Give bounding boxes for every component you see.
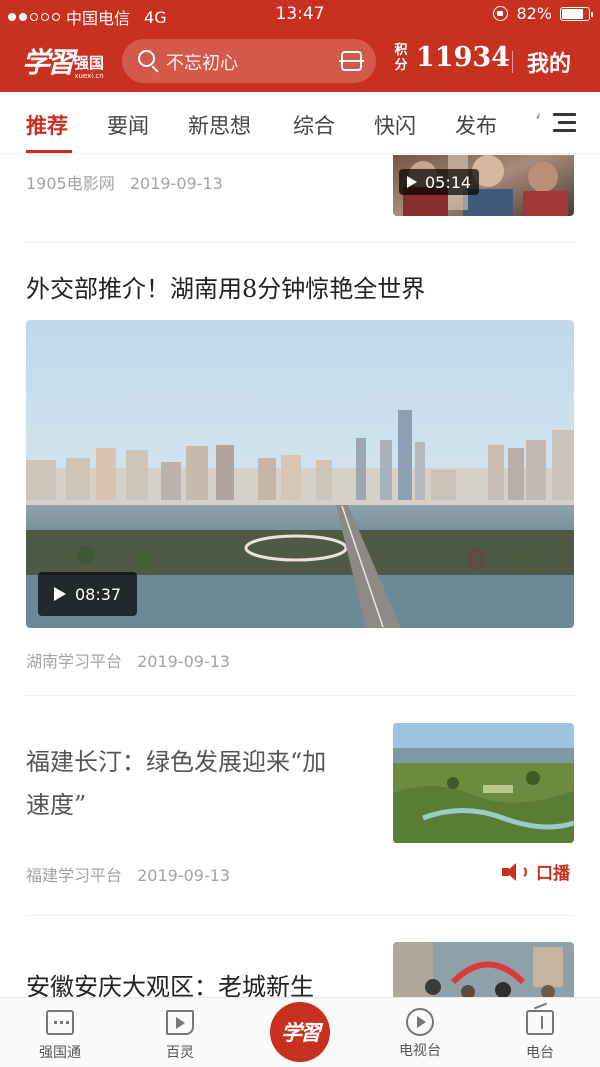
article-meta: 1905电影网 2019-09-13: [26, 170, 223, 194]
baike-play-icon: [166, 1010, 194, 1035]
article-title[interactable]: 外交部推介！湖南用8分钟惊艳全世界: [26, 269, 425, 304]
nav-label: 电视台: [399, 1043, 441, 1059]
radio-icon: [526, 1010, 554, 1035]
scan-icon[interactable]: [339, 51, 364, 71]
nav-radio[interactable]: 电台: [495, 1010, 585, 1062]
points-value: 11934: [416, 42, 510, 73]
play-icon: [54, 587, 66, 601]
article-meta: 湖南学习平台 2019-09-13: [26, 648, 230, 672]
xuexi-logo[interactable]: 学習 强国 xuexi.cn: [22, 41, 104, 81]
tab-news[interactable]: 要闻: [107, 110, 149, 140]
points-label-bottom: 分: [394, 57, 408, 73]
article-meta: 福建学习平台 2019-09-13: [26, 862, 230, 886]
article-title[interactable]: 福建长汀：绿色发展迎来“加 速度”: [26, 741, 376, 827]
news-feed[interactable]: 1905电影网 2019-09-13 05:14 外交部推介！湖南用8分钟惊艳全…: [0, 155, 600, 997]
nav-label: 强国通: [39, 1045, 81, 1061]
nav-qiangguotong[interactable]: 强国通: [15, 1010, 105, 1062]
tab-release[interactable]: 发布: [455, 110, 497, 140]
points-label: 积 分: [394, 43, 408, 73]
tab-recommend[interactable]: 推荐: [26, 110, 68, 140]
article-date: 2019-09-13: [129, 174, 223, 193]
divider: [26, 242, 574, 243]
nav-label: 电台: [526, 1045, 554, 1061]
video-duration: 08:37: [75, 584, 122, 604]
logo-script: 学習: [22, 46, 75, 79]
article-source: 湖南学习平台: [26, 652, 123, 671]
duration-badge: 05:14: [399, 169, 480, 195]
header: 中国电信 4G 13:47 82% 学習 强国 xuexi.cn 不忘初心 积 …: [0, 0, 600, 92]
audio-label: 口播: [536, 864, 570, 884]
search-icon: [138, 50, 155, 67]
battery-percent: 82%: [516, 4, 552, 23]
app-screen: 中国电信 4G 13:47 82% 学習 强国 xuexi.cn 不忘初心 积 …: [0, 0, 600, 1067]
video-thumbnail[interactable]: 05:14: [393, 155, 574, 216]
xuexi-center-logo: 学習: [281, 1020, 321, 1045]
header-divider: [512, 51, 513, 73]
divider: [26, 915, 574, 916]
article-source: 福建学习平台: [26, 866, 123, 885]
battery-icon: [560, 6, 593, 21]
channel-tabs: 推荐 要闻 新思想 综合 快闪 发布 ‘: [0, 92, 600, 154]
article-source: 1905电影网: [26, 174, 115, 193]
duration-badge: 08:37: [38, 572, 138, 616]
play-icon: [407, 176, 417, 188]
article-thumbnail[interactable]: [393, 723, 574, 843]
points-label-top: 积: [394, 42, 408, 58]
article-date: 2019-09-13: [137, 652, 231, 671]
logo-domain: xuexi.cn: [74, 72, 104, 80]
points-display[interactable]: 积 分 11934: [394, 42, 510, 73]
article-title-line: 福建长汀：绿色发展迎来“加: [26, 748, 327, 776]
tv-play-icon: [406, 1008, 434, 1036]
video-thumbnail[interactable]: 08:37: [26, 320, 574, 628]
article-title[interactable]: 安徽安庆大观区：老城新生: [26, 967, 314, 997]
tab-flash[interactable]: 快闪: [374, 110, 416, 140]
chat-icon: [46, 1010, 74, 1035]
tab-general[interactable]: 综合: [293, 110, 335, 140]
divider: [26, 695, 574, 696]
mine-button[interactable]: 我的: [527, 46, 571, 78]
search-bar[interactable]: 不忘初心: [122, 39, 376, 83]
rotation-lock-icon: [493, 6, 509, 21]
nav-label: 百灵: [166, 1045, 194, 1061]
nav-bailing[interactable]: 百灵: [135, 1010, 225, 1062]
search-placeholder: 不忘初心: [166, 53, 238, 74]
nav-tv-station[interactable]: 电视台: [375, 1008, 465, 1060]
app-bar: 学習 强国 xuexi.cn 不忘初心 积 分 11934 我的: [0, 30, 600, 92]
article-date: 2019-09-13: [137, 866, 231, 885]
active-tab-indicator: [26, 150, 72, 153]
article-title-line: 速度”: [26, 791, 87, 819]
speaker-icon: [502, 862, 527, 882]
article-thumbnail[interactable]: [393, 942, 574, 997]
bottom-nav: 强国通 百灵 学習 电视台 电台: [0, 997, 600, 1067]
menu-icon[interactable]: [553, 113, 576, 132]
status-bar: 中国电信 4G 13:47 82%: [0, 0, 600, 30]
xuexi-center-button[interactable]: 学習: [270, 1002, 330, 1062]
logo-name: 强国: [74, 54, 105, 72]
video-duration: 05:14: [425, 172, 472, 192]
tab-new-thought[interactable]: 新思想: [188, 110, 251, 140]
audio-broadcast-button[interactable]: 口播: [502, 859, 570, 884]
